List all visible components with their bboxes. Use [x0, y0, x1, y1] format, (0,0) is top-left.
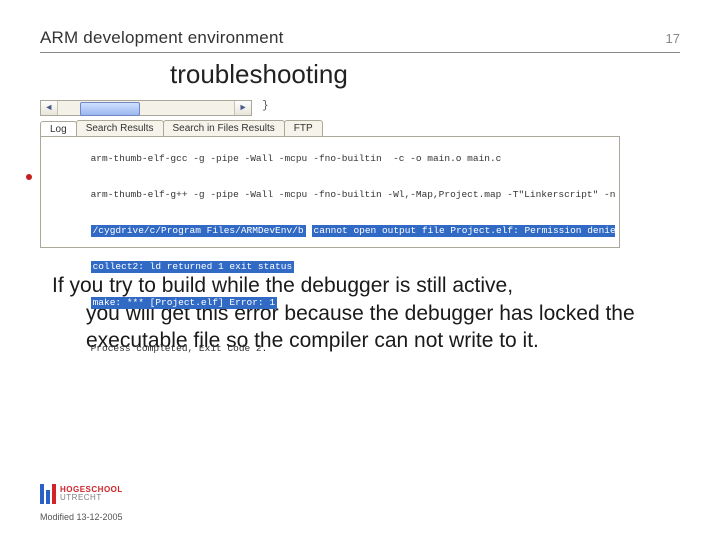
log-text-selected: make: *** [Project.elf] Error: 1 [91, 297, 277, 309]
log-text-selected: /cygdrive/c/Program Files/ARMDevEnv/b [91, 225, 306, 237]
page-number: 17 [666, 31, 680, 46]
log-line-2: arm-thumb-elf-g++ -g -pipe -Wall -mcpu -f… [45, 177, 615, 213]
slide-subtitle: troubleshooting [170, 59, 680, 90]
scroll-right-button[interactable]: ► [234, 101, 251, 115]
log-text: -fno-builtin -c -o main.o main.c [313, 153, 501, 165]
bullet-dot [26, 174, 32, 180]
log-text: arm-thumb-elf-g++ -g -pipe -Wall -mcpu [91, 189, 308, 200]
log-text: Process completed, Exit Code 2. [91, 343, 268, 354]
hu-logo: HOGESCHOOL UTRECHT [40, 484, 123, 504]
modified-date: Modified 13-12-2005 [40, 512, 123, 522]
scroll-left-button[interactable]: ◄ [41, 101, 58, 115]
log-text-selected: cannot open output file Project.elf: Per… [312, 225, 615, 237]
log-line-5: make: *** [Project.elf] Error: 1 [45, 285, 615, 321]
log-text: arm-thumb-elf-gcc -g -pipe -Wall -mcpu [91, 153, 308, 164]
log-line-4: collect2: ld returned 1 exit status [45, 249, 615, 285]
scroll-track[interactable] [58, 101, 234, 115]
header-title: ARM development environment [40, 28, 284, 48]
ide-screenshot: ◄ ► } Log Search Results Search in Files… [40, 100, 620, 250]
code-brace: } [262, 100, 269, 112]
slide: ARM development environment 17 troublesh… [0, 0, 720, 540]
log-text-selected: collect2: ld returned 1 exit status [91, 261, 295, 273]
logo-line2: UTRECHT [60, 494, 123, 502]
header-row: ARM development environment 17 [40, 28, 680, 53]
horizontal-scrollbar[interactable]: ◄ ► [40, 100, 252, 116]
log-line-3: /cygdrive/c/Program Files/ARMDevEnv/b can… [45, 213, 615, 249]
log-line-1: arm-thumb-elf-gcc -g -pipe -Wall -mcpu -f… [45, 141, 615, 177]
logo-bars-icon [40, 484, 56, 504]
log-line-6: Process completed, Exit Code 2. [45, 331, 615, 367]
log-text: -fno-builtin -Wl,-Map,Project.map -T"Lin… [313, 189, 615, 201]
log-pane: arm-thumb-elf-gcc -g -pipe -Wall -mcpu -f… [40, 136, 620, 248]
scroll-thumb[interactable] [80, 102, 140, 116]
logo-text: HOGESCHOOL UTRECHT [60, 486, 123, 502]
